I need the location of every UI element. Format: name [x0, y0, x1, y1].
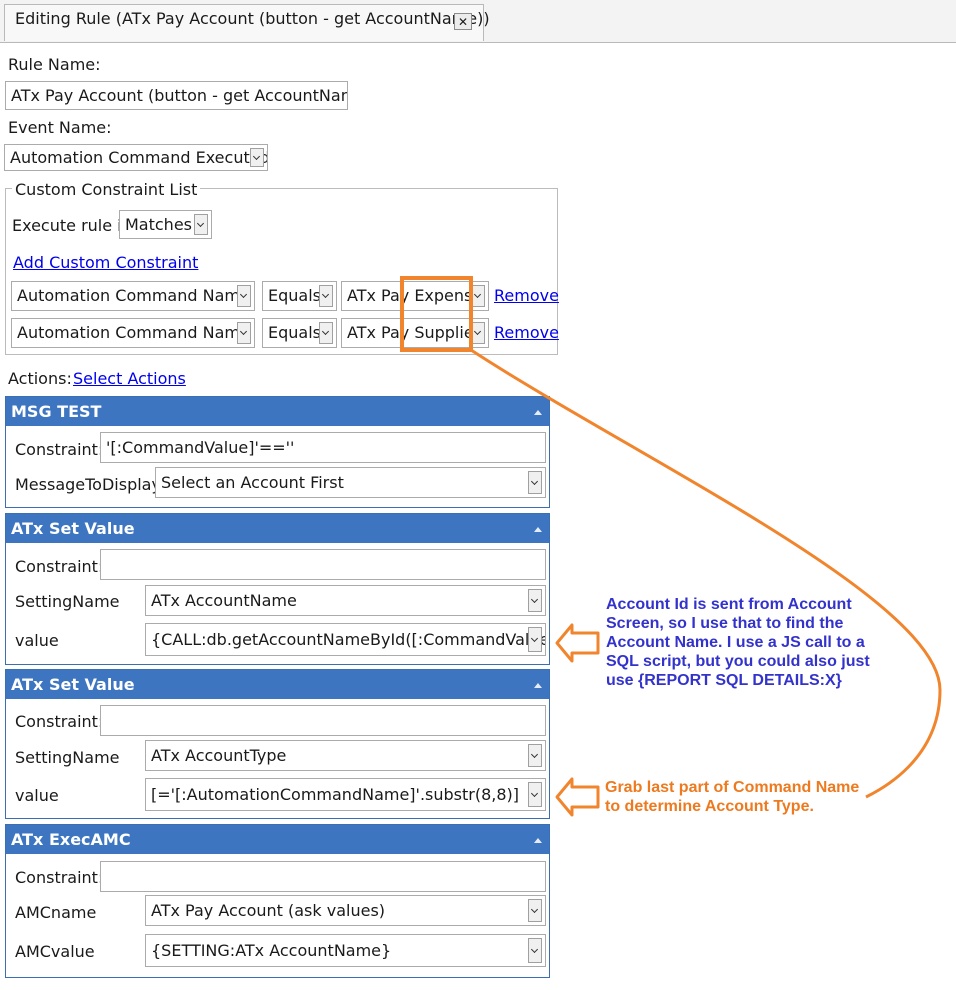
note-line: use {REPORT SQL DETAILS:X} [606, 672, 842, 689]
note-line: Account Name. I use a JS call to a [606, 634, 865, 651]
note-line: Account Id is sent from Account [606, 596, 852, 613]
highlight-box [400, 276, 473, 352]
annotation-note-account-type: Grab last part of Command Name to determ… [605, 778, 859, 816]
note-line: Screen, so I use that to find the [606, 615, 844, 632]
arrow-left-icon [555, 777, 600, 817]
annotation-overlay [400, 276, 942, 817]
connector-curve [470, 348, 942, 799]
arrow-left-icon [555, 623, 600, 663]
note-line: to determine Account Type. [605, 798, 814, 815]
annotation-note-account-name: Account Id is sent from Account Screen, … [606, 595, 870, 690]
note-line: Grab last part of Command Name [605, 779, 860, 796]
note-line: SQL script, but you could also just [606, 653, 870, 670]
